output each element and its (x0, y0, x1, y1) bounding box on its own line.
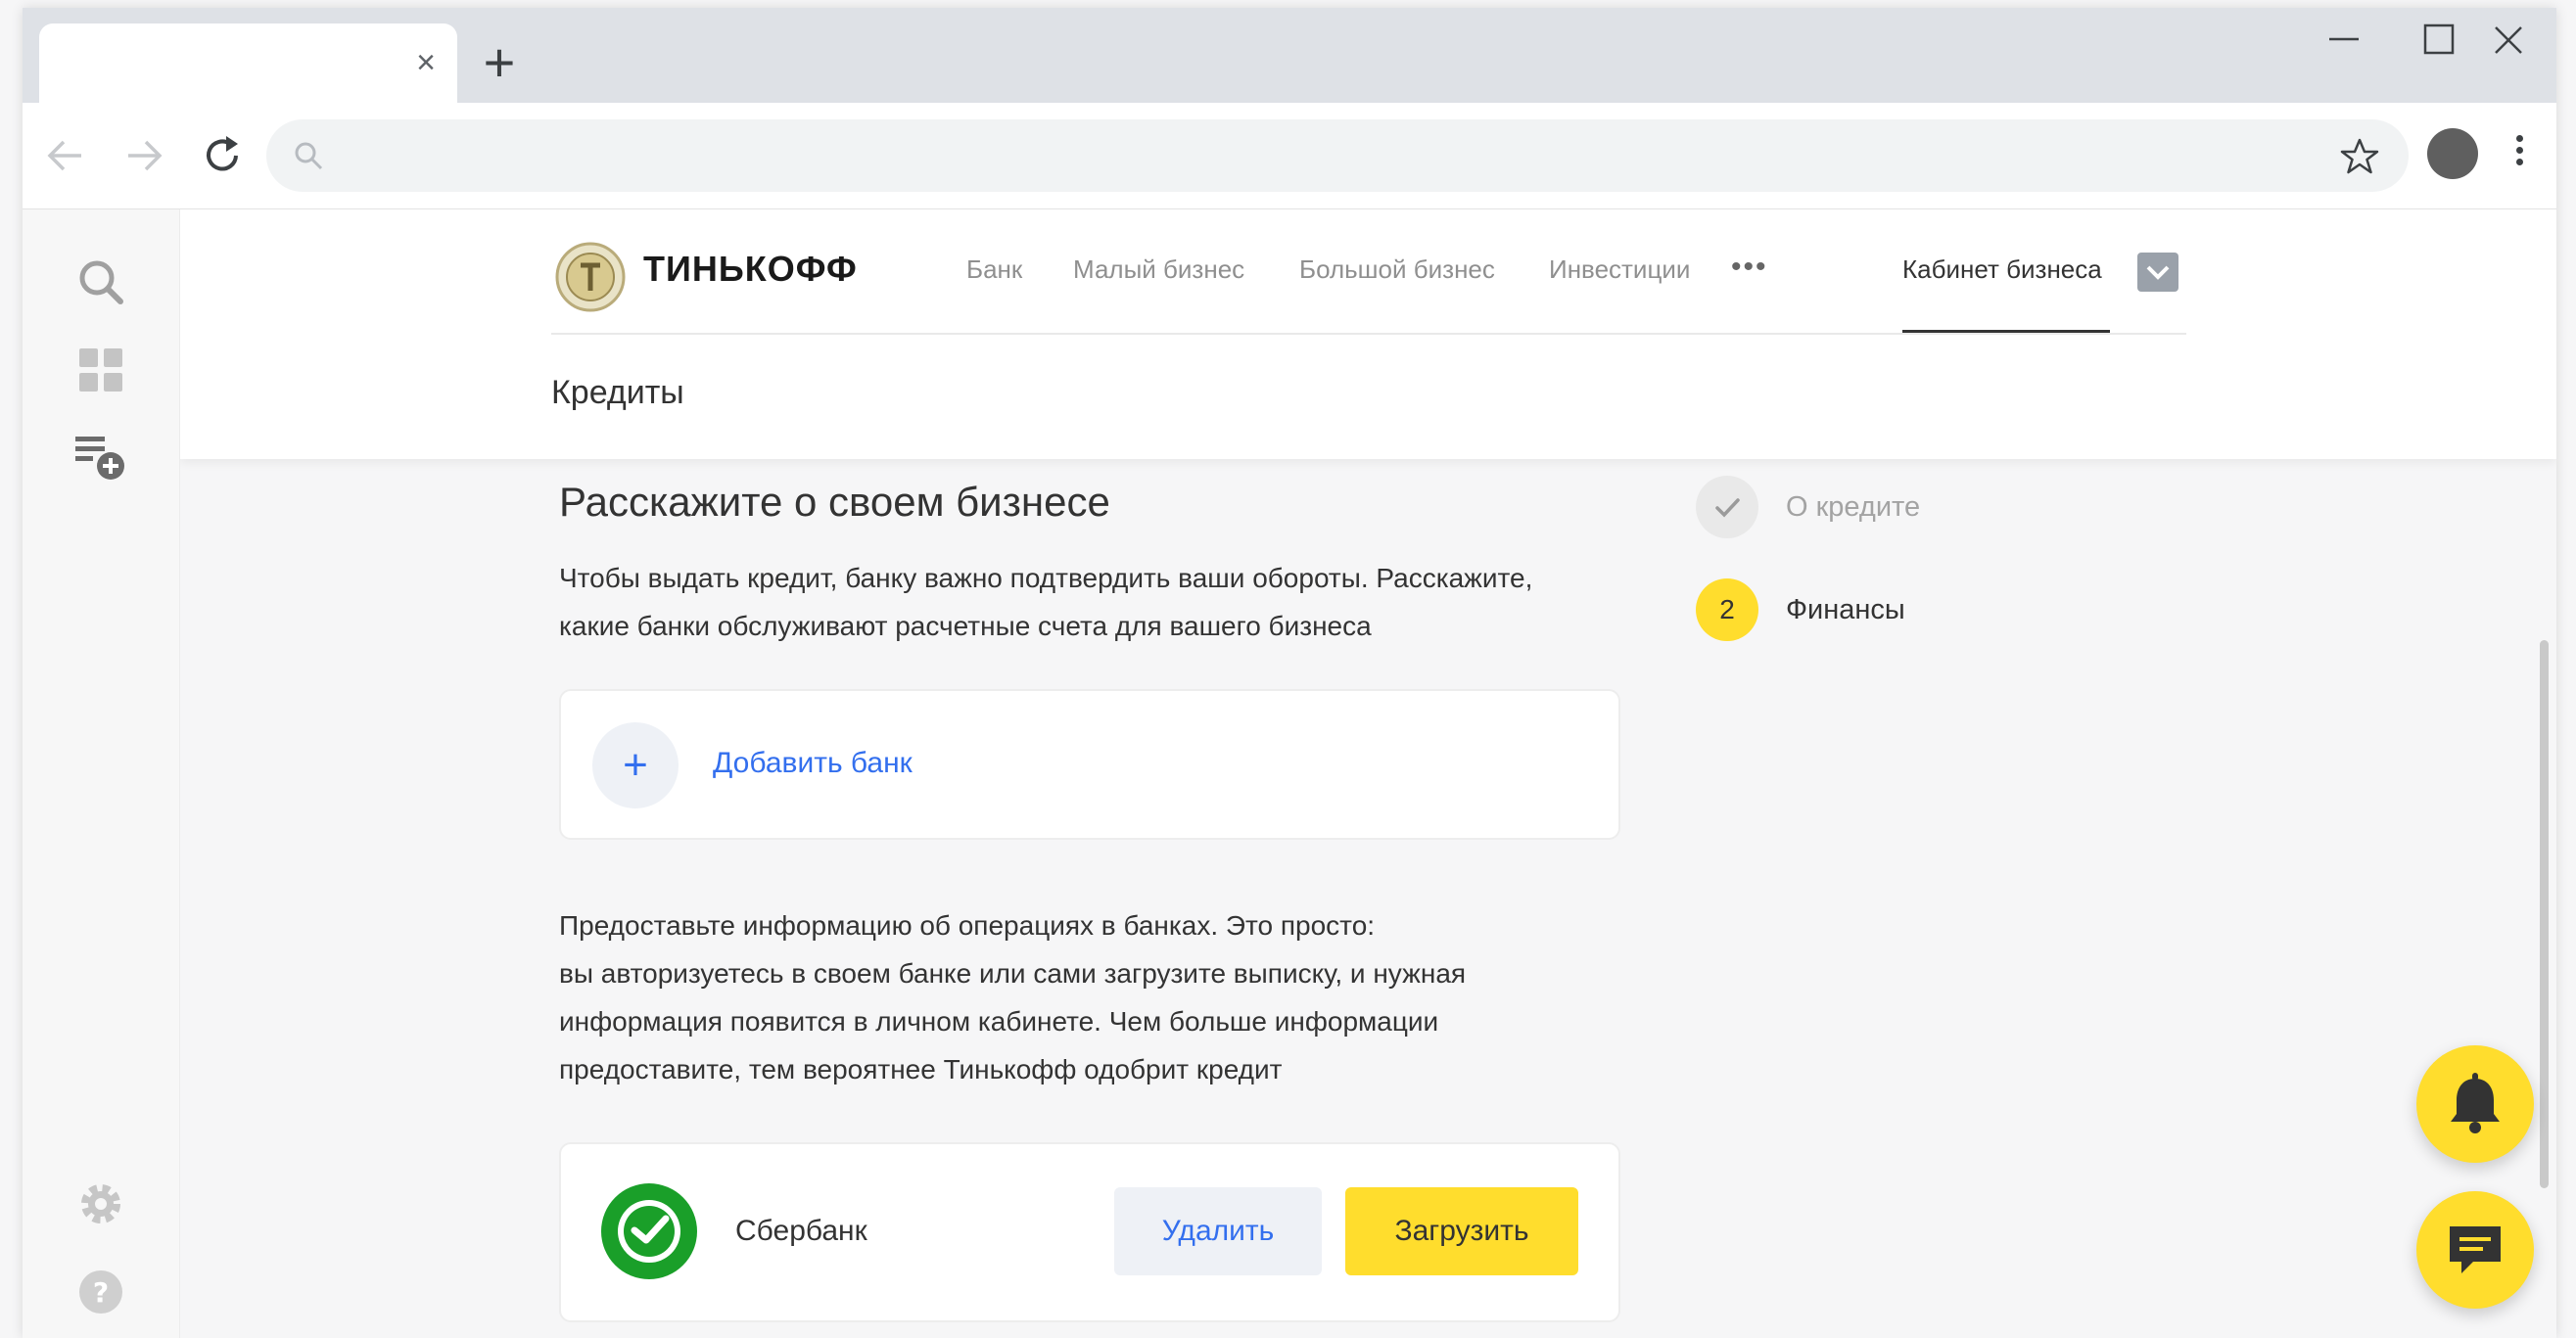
step-label-about-credit[interactable]: О кредите (1786, 491, 1920, 524)
browser-toolbar (23, 103, 2556, 209)
bell-icon (2451, 1073, 2500, 1133)
lead-text: Чтобы выдать кредит, банку важно подтвер… (559, 554, 1636, 650)
add-bank-card[interactable]: + Добавить банк (559, 689, 1620, 840)
info-line: предоставите, тем вероятнее Тинькофф одо… (559, 1054, 1283, 1084)
info-line: информация появится в личном кабинете. Ч… (559, 1006, 1439, 1037)
page-title: Расскажите о своем бизнесе (559, 479, 1110, 525)
chat-icon (2450, 1226, 2501, 1273)
section-title: Кредиты (551, 374, 684, 411)
browser-tab[interactable]: × (39, 23, 457, 103)
nav-link-bank[interactable]: Банк (966, 254, 1022, 285)
nav-link-investments[interactable]: Инвестиции (1549, 254, 1690, 285)
close-icon[interactable] (2460, 8, 2556, 70)
app-sidebar: ? (23, 209, 180, 1338)
gear-icon[interactable] (71, 1175, 130, 1233)
svg-text:?: ? (93, 1276, 109, 1309)
add-playlist-icon[interactable] (71, 427, 130, 485)
tab-strip: × + (23, 8, 2556, 103)
sberbank-logo-icon (601, 1183, 697, 1279)
info-line: Предоставьте информацию об операциях в б… (559, 910, 1376, 941)
search-icon (292, 139, 325, 172)
info-line: вы авторизуетесь в своем банке или сами … (559, 958, 1467, 989)
chat-button[interactable] (2416, 1191, 2534, 1309)
header-divider (551, 333, 2186, 335)
help-icon[interactable]: ? (71, 1263, 130, 1321)
search-icon[interactable] (71, 253, 130, 311)
forward-arrow-icon[interactable] (115, 126, 173, 185)
reload-icon[interactable] (193, 126, 252, 185)
step-done-check-icon (1696, 476, 1758, 538)
site-header: ТИНЬКОФФ Банк Малый бизнес Большой бизне… (180, 209, 2556, 459)
lead-line: Чтобы выдать кредит, банку важно подтвер… (559, 563, 1533, 593)
profile-avatar[interactable] (2427, 128, 2478, 179)
add-bank-link[interactable]: Добавить банк (713, 747, 913, 780)
browser-window: × + ? ТИНЬКОФФ Банк Малый бизнес Большой… (23, 8, 2556, 1338)
nav-link-small-business[interactable]: Малый бизнес (1073, 254, 1244, 285)
back-arrow-icon[interactable] (36, 126, 95, 185)
address-bar[interactable] (266, 119, 2409, 192)
info-text: Предоставьте информацию об операциях в б… (559, 901, 1636, 1093)
upload-statement-button[interactable]: Загрузить (1345, 1187, 1578, 1275)
plus-icon[interactable]: + (592, 722, 679, 808)
minimize-icon[interactable] (2296, 8, 2392, 70)
brand-logo-text[interactable]: ТИНЬКОФФ (643, 249, 858, 290)
more-vertical-icon[interactable] (2509, 130, 2529, 179)
nav-link-business-cabinet[interactable]: Кабинет бизнеса (1902, 254, 2102, 285)
tinkoff-emblem-logo[interactable] (551, 238, 630, 316)
bank-card-sberbank: Сбербанк Удалить Загрузить (559, 1142, 1620, 1322)
step-number-badge: 2 (1696, 578, 1758, 641)
delete-bank-button[interactable]: Удалить (1114, 1187, 1322, 1275)
nav-link-big-business[interactable]: Большой бизнес (1299, 254, 1495, 285)
star-icon[interactable] (2338, 135, 2381, 178)
step-label-finances[interactable]: Финансы (1786, 594, 1905, 626)
tab-close-icon[interactable]: × (406, 43, 445, 82)
notifications-bell-button[interactable] (2416, 1045, 2534, 1163)
bank-name: Сбербанк (735, 1215, 867, 1247)
lead-line: какие банки обслуживают расчетные счета … (559, 611, 1372, 641)
nav-more-dots[interactable]: ••• (1731, 251, 1768, 284)
chevron-down-icon[interactable] (2137, 253, 2178, 292)
apps-grid-icon[interactable] (71, 341, 130, 399)
web-page: ТИНЬКОФФ Банк Малый бизнес Большой бизне… (180, 209, 2556, 1338)
new-tab-button[interactable]: + (470, 35, 529, 94)
page-scrollbar[interactable] (2540, 640, 2549, 1188)
